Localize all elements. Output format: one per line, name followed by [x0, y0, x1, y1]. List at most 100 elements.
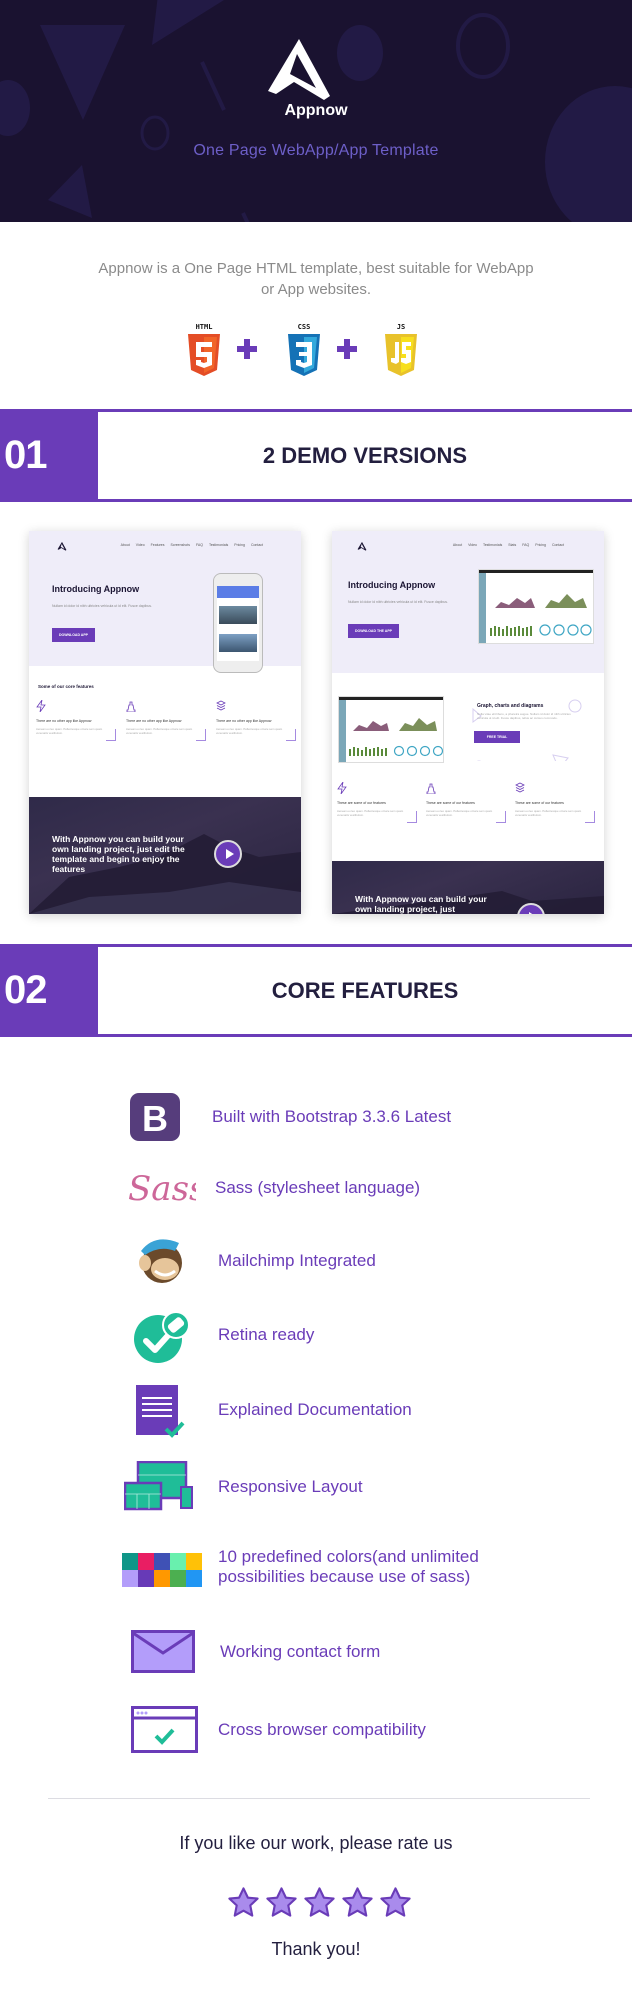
bootstrap-icon: B	[130, 1093, 180, 1141]
features-title: Some of our core features	[38, 684, 94, 689]
graph-heading: Graph, charts and diagrams	[477, 703, 544, 709]
feature-row: Sass Sass (stylesheet language)	[0, 1162, 632, 1212]
appnow-a-logo-icon	[357, 541, 367, 551]
feature-row: Retina ready	[0, 1309, 632, 1363]
section-title: 2 DEMO VERSIONS	[262, 443, 468, 468]
color-swatch	[186, 1553, 202, 1570]
feature-row: Responsive Layout	[0, 1461, 632, 1511]
browser-check-icon	[131, 1706, 198, 1753]
nav-item[interactable]: Contact	[552, 543, 564, 547]
divider	[48, 1798, 590, 1799]
color-swatch	[138, 1570, 154, 1587]
lightning-icon	[36, 699, 46, 713]
demo-preview-1[interactable]: About Video Features Screenshots FAQ Tes…	[29, 531, 301, 914]
color-swatch	[154, 1570, 170, 1587]
feature-row: Explained Documentation	[0, 1385, 632, 1438]
nav-item[interactable]: Screenshots	[170, 543, 189, 547]
nav-item[interactable]: FAQ	[522, 543, 529, 547]
envelope-icon	[131, 1630, 195, 1673]
layers-icon	[515, 782, 525, 793]
color-swatch	[170, 1553, 186, 1570]
nav-item[interactable]: Pricing	[535, 543, 546, 547]
phone-mockup	[213, 573, 263, 673]
feature-row: 10 predefined colors(and unlimited possi…	[0, 1547, 632, 1597]
section-number: 01	[0, 409, 98, 502]
cta-text: With Appnow you can build your own landi…	[355, 894, 487, 914]
javascript-icon	[385, 334, 417, 376]
dashboard-screenshot	[478, 569, 594, 644]
plus-icon	[337, 339, 357, 359]
css3-badge: CSS	[284, 322, 324, 378]
responsive-devices-icon	[124, 1461, 193, 1511]
nav-item[interactable]: Testimonials	[209, 543, 228, 547]
phone-screen	[217, 586, 259, 661]
feature-row: Mailchimp Integrated	[0, 1233, 632, 1283]
feature-label: Mailchimp Integrated	[218, 1251, 376, 1270]
mailchimp-icon	[139, 1239, 182, 1283]
feature-label: 10 predefined colors(and unlimited possi…	[218, 1547, 479, 1586]
html5-label: HTML	[195, 323, 213, 331]
feature-label: Retina ready	[218, 1325, 315, 1344]
thank-you-text: Thank you!	[271, 1939, 361, 1959]
nav-item[interactable]: Pricing	[234, 543, 245, 547]
color-swatch	[138, 1553, 154, 1570]
demo-paragraph: Nullam id dolor id nibh ultricies vehicu…	[348, 600, 448, 604]
feature-item: These are some of our features Aenean eu…	[426, 781, 506, 823]
demo-preview-2[interactable]: About Video Testimonials Stats FAQ Prici…	[332, 531, 604, 914]
feature-item: There are no other app like Appnow Aenea…	[216, 699, 296, 741]
color-swatch	[154, 1553, 170, 1570]
nav-item[interactable]: Stats	[508, 543, 516, 547]
section-title: CORE FEATURES	[271, 978, 459, 1003]
demo-heading: Introducing Appnow	[348, 580, 436, 590]
color-swatch	[122, 1570, 138, 1587]
demo-hero: About Video Testimonials Stats FAQ Prici…	[332, 531, 604, 673]
css3-label: CSS	[297, 323, 311, 331]
feature-label: Cross browser compatibility	[218, 1720, 426, 1739]
play-video-button[interactable]	[214, 840, 242, 868]
feature-label: Explained Documentation	[218, 1400, 412, 1419]
star-icon[interactable]	[303, 1886, 336, 1918]
chess-piece-icon	[426, 783, 436, 795]
demo-heading: Introducing Appnow	[52, 584, 140, 594]
svg-text:Sass: Sass	[128, 1169, 196, 1209]
nav-item[interactable]: Testimonials	[483, 543, 502, 547]
documentation-icon	[136, 1385, 185, 1438]
nav-item[interactable]: About	[121, 543, 130, 547]
nav-item[interactable]: About	[453, 543, 462, 547]
free-trial-button[interactable]: FREE TRIAL	[474, 731, 520, 743]
feature-label: Working contact form	[220, 1642, 381, 1661]
feature-item: These are some of our features Aenean eu…	[337, 781, 417, 823]
plus-icon	[237, 339, 257, 359]
hero-banner: Appnow One Page WebApp/App Template	[0, 0, 632, 222]
star-rating[interactable]	[227, 1886, 412, 1920]
css3-icon	[288, 334, 320, 376]
nav-item[interactable]: Video	[468, 543, 477, 547]
cta-text: With Appnow you can build your own landi…	[52, 834, 185, 874]
feature-item: There are no other app like Appnow Aenea…	[126, 699, 206, 741]
feature-label: Sass (stylesheet language)	[215, 1178, 421, 1197]
appnow-a-logo-icon	[268, 39, 330, 100]
star-icon[interactable]	[265, 1886, 298, 1918]
star-icon[interactable]	[341, 1886, 374, 1918]
nav-item[interactable]: FAQ	[196, 543, 203, 547]
lightning-icon	[337, 781, 347, 795]
nav-item[interactable]: Contact	[251, 543, 263, 547]
color-palette-icon	[122, 1553, 202, 1587]
star-icon[interactable]	[379, 1886, 412, 1918]
feature-row: Cross browser compatibility	[0, 1706, 632, 1756]
brand-name: Appnow	[284, 102, 348, 119]
nav-item[interactable]: Features	[151, 543, 165, 547]
feature-label: Responsive Layout	[218, 1477, 363, 1496]
star-icon[interactable]	[227, 1886, 260, 1918]
graph-paragraph: Nulla vitae elit libero, a pharetra augu…	[477, 712, 571, 720]
download-the-app-button[interactable]: DOWNLOAD THE APP	[348, 624, 399, 638]
feature-row: B Built with Bootstrap 3.3.6 Latest	[0, 1093, 632, 1143]
html5-badge: HTML	[184, 322, 224, 378]
feature-item: There are no other app like Appnow Aenea…	[36, 699, 116, 741]
nav-item[interactable]: Video	[136, 543, 145, 547]
feature-item: These are some of our features Aenean eu…	[515, 781, 595, 823]
feature-label: Built with Bootstrap 3.3.6 Latest	[212, 1107, 452, 1126]
demo-cta-banner: With Appnow you can build your own landi…	[29, 797, 301, 914]
download-app-button[interactable]: DOWNLOAD APP	[52, 628, 95, 642]
html5-icon	[188, 334, 220, 376]
